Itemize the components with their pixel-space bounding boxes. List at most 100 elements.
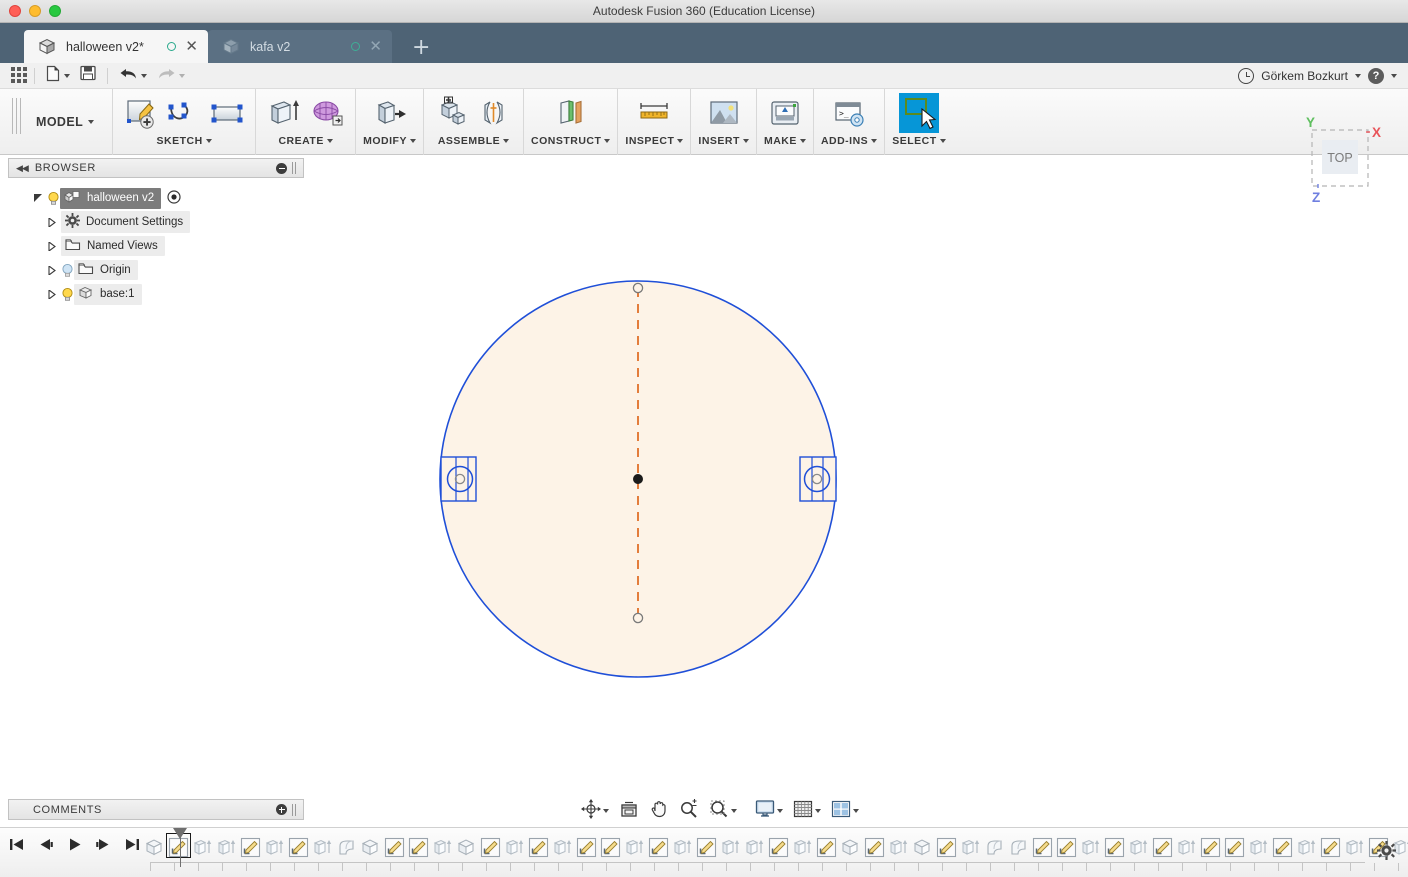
timeline-feature-sketch-icon[interactable]	[934, 832, 958, 862]
expander-collapsed-icon[interactable]	[48, 216, 57, 228]
timeline-feature-sketch-icon[interactable]	[766, 832, 790, 862]
step-forward-icon[interactable]	[95, 836, 112, 858]
timeline-feature-extrude-icon[interactable]	[190, 832, 214, 862]
tree-node-halloween[interactable]: halloween v2	[60, 187, 162, 209]
joint-icon[interactable]	[474, 92, 516, 134]
timeline-feature-extrude-icon[interactable]	[310, 832, 334, 862]
expander-collapsed-icon[interactable]	[48, 288, 57, 300]
view-cube[interactable]: TOP Y X Z	[1288, 112, 1384, 205]
timeline-feature-sketch-icon[interactable]	[526, 832, 550, 862]
new-document-button[interactable]	[41, 65, 75, 87]
select-cursor-icon[interactable]	[898, 93, 939, 133]
document-tab-kafa[interactable]: kafa v2 ✕	[208, 30, 392, 63]
timeline-feature-extrude-icon[interactable]	[550, 832, 574, 862]
ribbon-group-label[interactable]: INSERT	[698, 135, 749, 147]
timeline-feature-list[interactable]	[142, 832, 1408, 862]
new-tab-button[interactable]: +	[403, 37, 439, 63]
skip-to-start-icon[interactable]	[8, 836, 25, 858]
viewport-layout-button[interactable]	[828, 800, 862, 822]
look-at-button[interactable]	[616, 800, 642, 822]
timeline-feature-extrude-icon[interactable]	[742, 832, 766, 862]
timeline-track[interactable]	[150, 862, 1399, 871]
zoom-button[interactable]	[676, 798, 702, 822]
3d-print-icon[interactable]	[764, 92, 806, 134]
radio-icon[interactable]	[167, 189, 181, 207]
minimize-icon[interactable]	[276, 162, 287, 174]
timeline-feature-sketch-icon[interactable]	[406, 832, 430, 862]
fit-button[interactable]	[706, 800, 740, 822]
timeline-feature-sketch-icon[interactable]	[1198, 832, 1222, 862]
grid-snaps-button[interactable]	[790, 800, 824, 822]
close-icon[interactable]: ✕	[185, 39, 198, 54]
timeline-feature-sketch-icon[interactable]	[694, 832, 718, 862]
timeline-feature-sketch-icon[interactable]	[382, 832, 406, 862]
timeline-feature-fillet-icon[interactable]	[334, 832, 358, 862]
timeline-feature-sketch-icon[interactable]	[1222, 832, 1246, 862]
help-icon[interactable]: ?	[1368, 67, 1384, 84]
timeline-feature-sketch-icon[interactable]	[646, 832, 670, 862]
timeline-feature-extrude-icon[interactable]	[262, 832, 286, 862]
timeline-feature-extrude-icon[interactable]	[1174, 832, 1198, 862]
timeline-feature-fillet-icon[interactable]	[1006, 832, 1030, 862]
pan-button[interactable]	[646, 800, 672, 822]
create-sketch-icon[interactable]	[120, 92, 162, 134]
tree-node-named-views[interactable]: Named Views	[61, 236, 165, 256]
timeline-feature-sketch-icon[interactable]	[478, 832, 502, 862]
timeline-feature-extrude-icon[interactable]	[1078, 832, 1102, 862]
ribbon-group-label[interactable]: SKETCH	[157, 135, 212, 147]
timeline-feature-extrude-icon[interactable]	[1342, 832, 1366, 862]
tree-row-root[interactable]: halloween v2	[8, 186, 304, 210]
timeline-feature-sketch-icon[interactable]	[598, 832, 622, 862]
app-grid-icon[interactable]	[11, 67, 28, 84]
rectangle-icon[interactable]	[206, 92, 248, 134]
timeline-settings-icon[interactable]	[1377, 841, 1396, 865]
timeline-feature-sketch-icon[interactable]	[1102, 832, 1126, 862]
timeline-feature-body-icon[interactable]	[454, 832, 478, 862]
timeline-feature-sketch-icon[interactable]	[814, 832, 838, 862]
timeline-feature-sketch-icon[interactable]	[238, 832, 262, 862]
ribbon-group-label[interactable]: ASSEMBLE	[438, 135, 510, 147]
insert-image-icon[interactable]	[703, 92, 745, 134]
tree-row-base[interactable]: base:1	[8, 282, 304, 306]
panel-resize-grip[interactable]	[292, 803, 298, 816]
ribbon-group-label[interactable]: INSPECT	[625, 135, 684, 147]
tree-node-document-settings[interactable]: Document Settings	[61, 211, 191, 233]
timeline-feature-extrude-icon[interactable]	[790, 832, 814, 862]
expander-collapsed-icon[interactable]	[48, 240, 57, 252]
timeline-feature-extrude-icon[interactable]	[214, 832, 238, 862]
ribbon-group-label[interactable]: MODIFY	[363, 135, 416, 147]
clock-history-icon[interactable]	[1238, 67, 1255, 84]
timeline-feature-sketch-icon[interactable]	[1318, 832, 1342, 862]
panel-resize-grip[interactable]	[292, 162, 298, 174]
timeline-feature-sketch-icon[interactable]	[862, 832, 886, 862]
orbit-button[interactable]	[578, 798, 612, 822]
create-form-icon[interactable]	[306, 92, 348, 134]
timeline-feature-sketch-icon[interactable]	[1150, 832, 1174, 862]
tree-node-origin[interactable]: Origin	[74, 260, 138, 280]
ribbon-group-label[interactable]: MAKE	[764, 135, 806, 147]
timeline-feature-extrude-icon[interactable]	[622, 832, 646, 862]
ribbon-group-label[interactable]: CONSTRUCT	[531, 135, 611, 147]
ribbon-grip[interactable]	[12, 98, 22, 134]
timeline-feature-extrude-icon[interactable]	[502, 832, 526, 862]
play-icon[interactable]	[66, 836, 83, 858]
undo-button[interactable]	[114, 65, 152, 87]
comments-panel-header[interactable]: COMMENTS	[8, 799, 304, 820]
timeline-playhead[interactable]	[173, 828, 187, 867]
browser-header[interactable]: ◀◀ BROWSER	[8, 158, 304, 178]
timeline-feature-body-icon[interactable]	[910, 832, 934, 862]
timeline-feature-sketch-icon[interactable]	[1054, 832, 1078, 862]
timeline-feature-extrude-icon[interactable]	[1294, 832, 1318, 862]
ribbon-group-label[interactable]: CREATE	[278, 135, 333, 147]
press-pull-icon[interactable]	[369, 92, 411, 134]
tree-node-base[interactable]: base:1	[74, 283, 142, 305]
new-component-icon[interactable]	[431, 92, 473, 134]
tree-row-named-views[interactable]: Named Views	[8, 234, 304, 258]
save-button[interactable]	[75, 65, 101, 87]
timeline-feature-extrude-icon[interactable]	[886, 832, 910, 862]
skip-to-end-icon[interactable]	[124, 836, 141, 858]
scripts-addins-icon[interactable]: >_	[828, 92, 870, 134]
chevron-down-icon[interactable]	[1391, 73, 1397, 78]
timeline-feature-extrude-icon[interactable]	[1246, 832, 1270, 862]
timeline-feature-extrude-icon[interactable]	[958, 832, 982, 862]
